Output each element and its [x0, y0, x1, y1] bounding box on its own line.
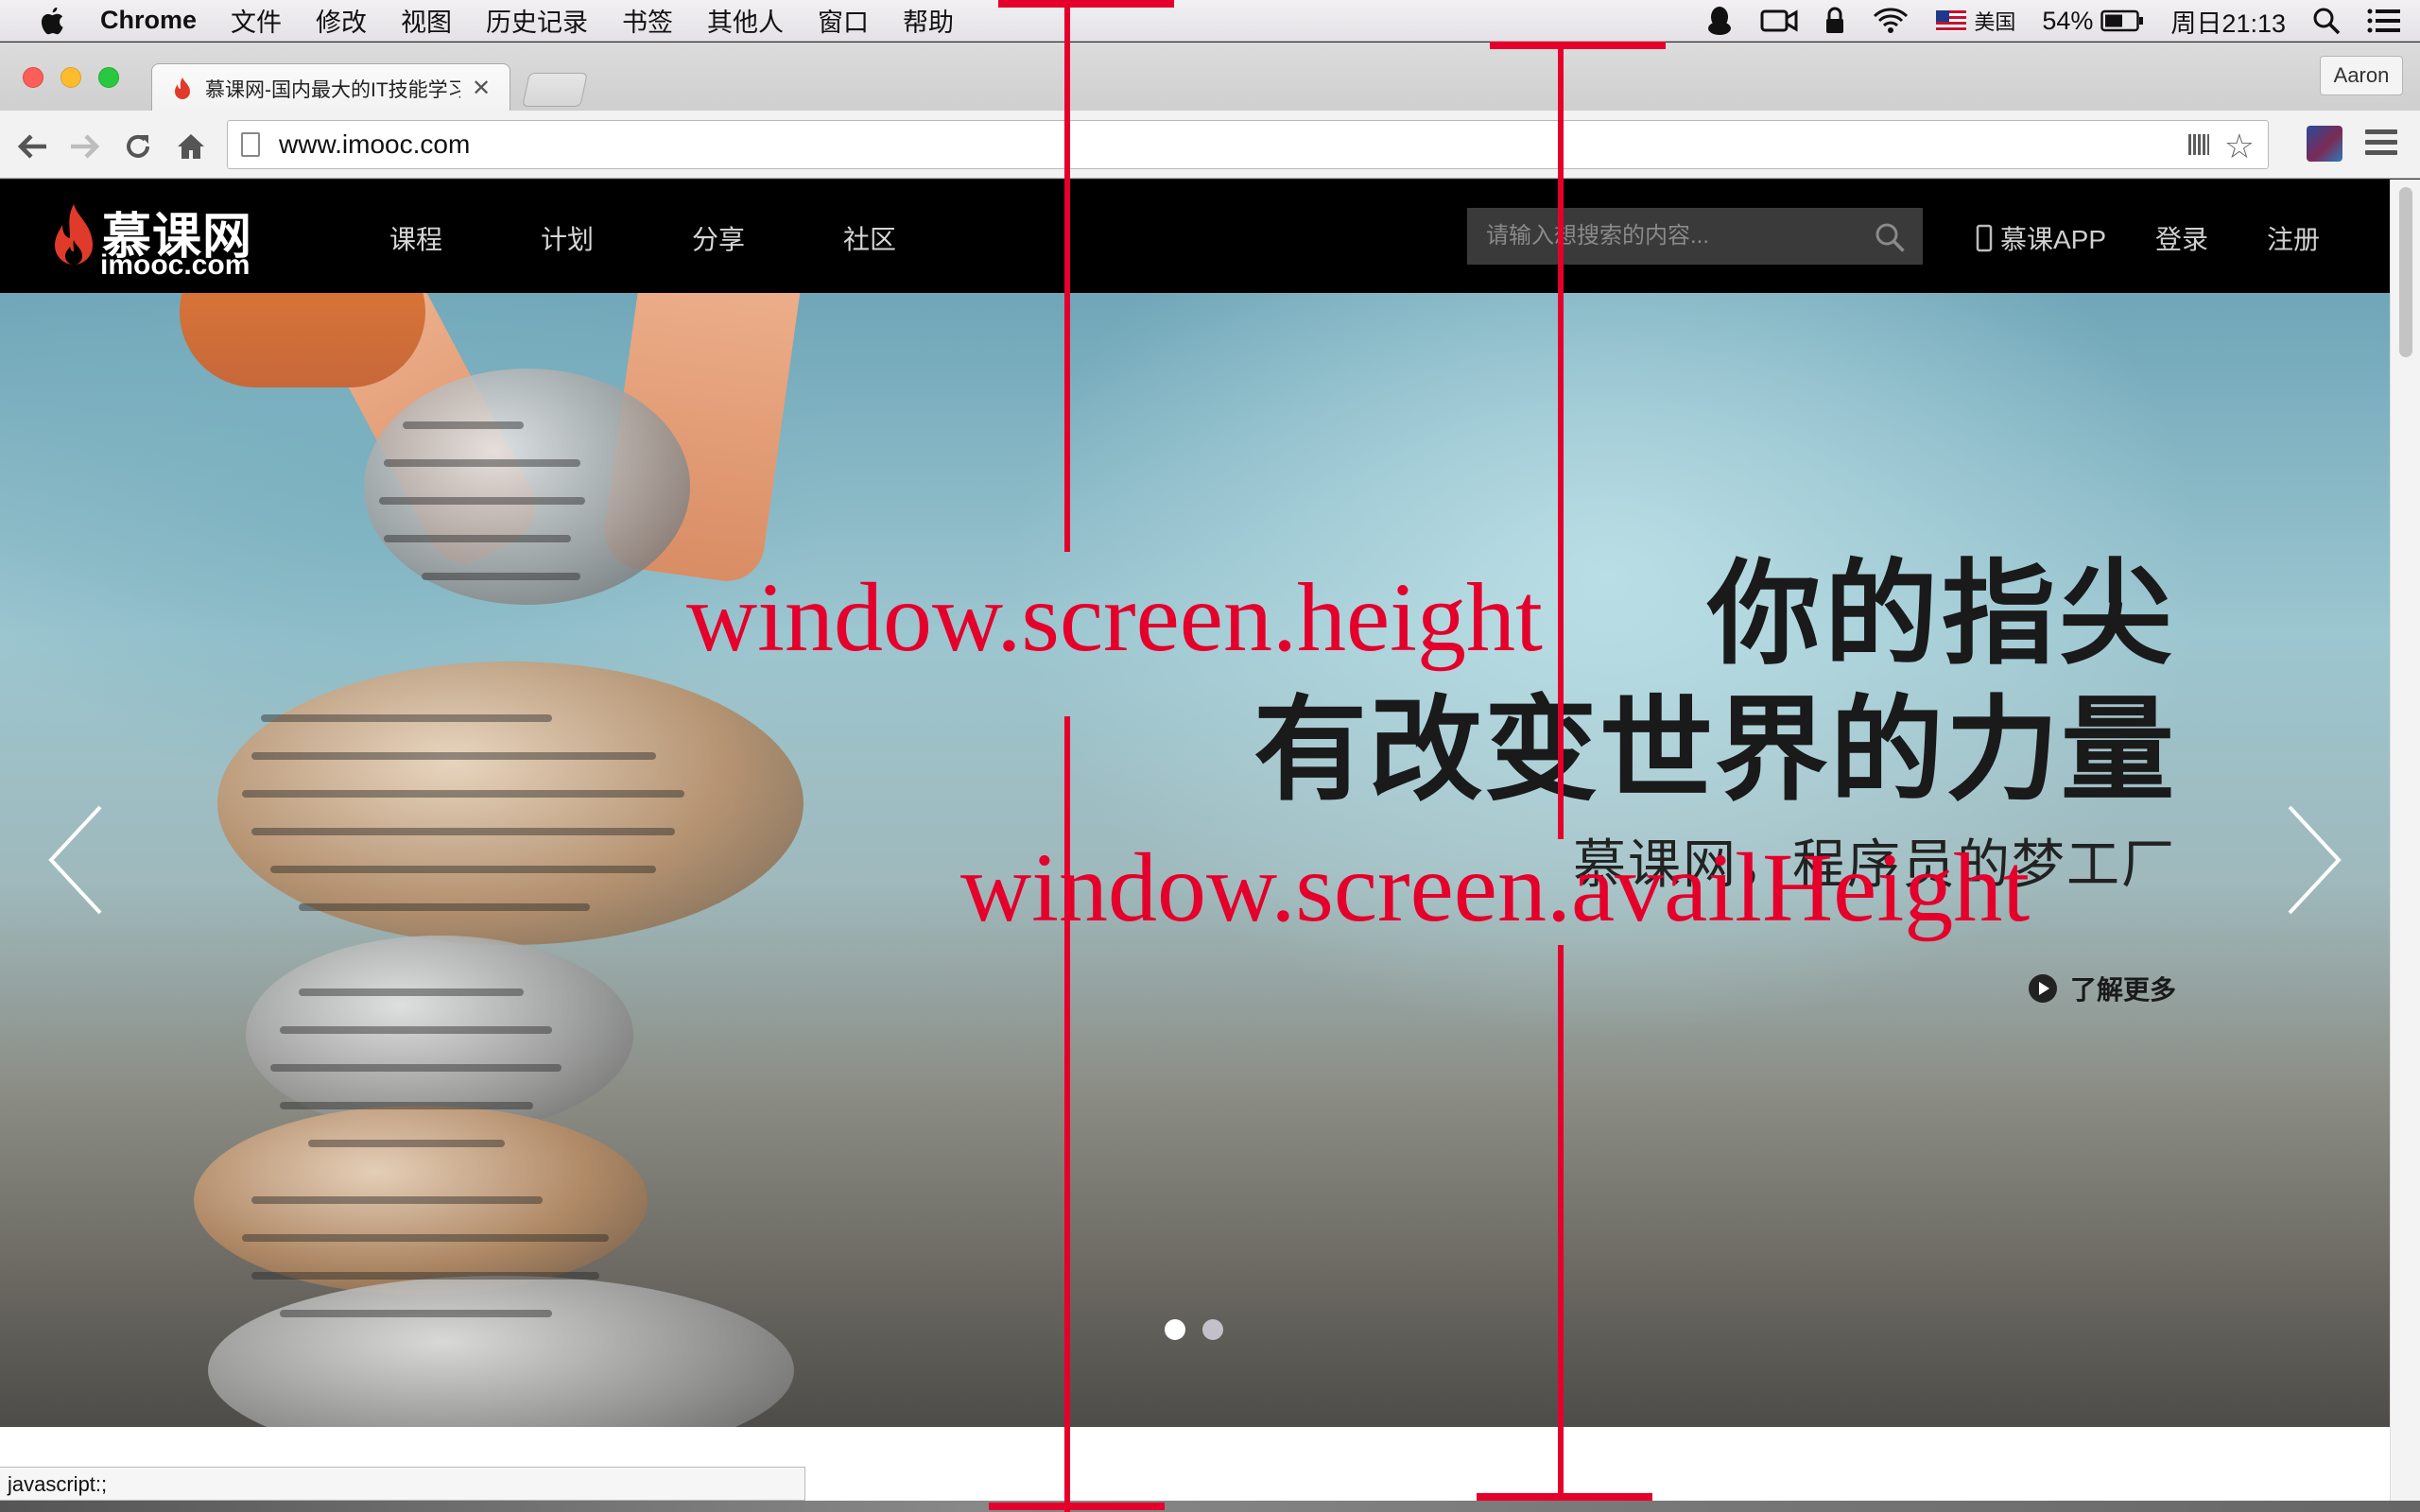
address-bar-url[interactable]: www.imooc.com — [279, 129, 470, 160]
tab-close-icon[interactable]: ✕ — [472, 75, 491, 102]
login-link[interactable]: 登录 — [2155, 219, 2208, 257]
flame-logo-icon — [55, 204, 93, 265]
search-icon[interactable] — [1874, 221, 1906, 253]
extension-icon[interactable] — [2307, 126, 2342, 162]
qr-code-icon[interactable] — [2188, 134, 2209, 155]
app-link-label: 慕课APP — [2000, 225, 2107, 254]
register-link[interactable]: 注册 — [2267, 219, 2320, 257]
menu-bookmarks[interactable]: 书签 — [622, 2, 673, 39]
video-camera-icon[interactable] — [1760, 8, 1798, 34]
apple-menu-icon[interactable] — [25, 0, 78, 42]
spotlight-search-icon[interactable] — [2312, 7, 2341, 35]
reload-icon — [127, 134, 149, 158]
phone-icon — [1976, 224, 1993, 252]
page-icon — [241, 132, 260, 157]
menu-view[interactable]: 视图 — [401, 2, 452, 39]
reload-button[interactable] — [119, 128, 157, 165]
window-minimize-button[interactable] — [60, 67, 81, 88]
battery-percent: 54% — [2042, 6, 2094, 35]
annotation-bracket-bottom — [989, 1503, 1165, 1510]
annotation-line — [1064, 0, 1070, 552]
menu-window[interactable]: 窗口 — [818, 2, 869, 39]
logo-text-en: imooc.com — [100, 249, 251, 281]
site-logo[interactable]: 慕课网 imooc.com — [53, 197, 270, 281]
chrome-menu-icon[interactable] — [2365, 129, 2397, 160]
carousel-dot-active[interactable] — [1165, 1319, 1185, 1340]
play-circle-icon — [2028, 974, 2057, 1003]
notification-center-icon[interactable] — [2367, 8, 2401, 34]
battery-status[interactable]: 54% — [2042, 7, 2144, 36]
site-header: 慕课网 imooc.com 课程 计划 分享 社区 慕课APP 登录 注册 — [0, 180, 2390, 293]
imooc-favicon-icon — [175, 77, 190, 99]
forward-arrow-icon — [71, 134, 100, 159]
nav-plans[interactable]: 计划 — [541, 219, 594, 257]
menu-edit[interactable]: 修改 — [316, 2, 367, 39]
macos-menu-bar: Chrome 文件 修改 视图 历史记录 书签 其他人 窗口 帮助 美国 54%… — [0, 0, 2420, 42]
page-scrollbar[interactable] — [2390, 180, 2420, 1512]
back-button[interactable] — [13, 128, 51, 165]
status-url-bubble: javascript:; — [0, 1467, 805, 1501]
forward-button[interactable] — [66, 128, 104, 165]
menubar-clock[interactable]: 周日21:13 — [2170, 3, 2286, 40]
nav-share[interactable]: 分享 — [692, 219, 745, 257]
annotation-bracket-top — [998, 0, 1174, 8]
carousel-dot[interactable] — [1202, 1319, 1223, 1340]
learn-more-link[interactable]: 了解更多 — [2028, 970, 2176, 1007]
input-source-label: 美国 — [1974, 10, 2016, 34]
qq-penguin-icon[interactable] — [1705, 6, 1734, 36]
menu-help[interactable]: 帮助 — [903, 2, 954, 39]
window-close-button[interactable] — [23, 67, 43, 88]
site-search-input[interactable] — [1486, 223, 1864, 249]
new-tab-button[interactable] — [522, 73, 588, 107]
home-button[interactable] — [172, 128, 210, 165]
profile-button[interactable]: Aaron — [2320, 56, 2403, 95]
code-texture-illustration — [242, 421, 684, 1317]
home-icon — [178, 134, 204, 159]
site-search-box — [1467, 208, 1923, 265]
scrollbar-thumb[interactable] — [2399, 187, 2412, 357]
browser-tab-active[interactable]: 慕课网-国内最大的IT技能学习平台 ✕ — [151, 63, 510, 112]
menu-app-name[interactable]: Chrome — [100, 6, 197, 35]
annotation-bracket-bottom — [1477, 1493, 1652, 1501]
back-arrow-icon — [17, 134, 46, 159]
app-download-link[interactable]: 慕课APP — [1976, 219, 2106, 257]
annotation-line — [1558, 945, 1564, 1499]
carousel-prev-arrow-icon[interactable] — [47, 803, 104, 917]
battery-icon — [2100, 9, 2144, 32]
learn-more-label: 了解更多 — [2069, 975, 2176, 1005]
annotation-line — [1558, 42, 1564, 839]
annotation-bracket-top — [1490, 42, 1666, 49]
tab-title: 慕课网-国内最大的IT技能学习平台 — [205, 78, 460, 101]
menu-people[interactable]: 其他人 — [707, 2, 784, 39]
annotation-screen-avail-height: window.screen.availHeight — [960, 833, 2031, 942]
wifi-icon[interactable] — [1872, 7, 1910, 35]
nav-community[interactable]: 社区 — [843, 219, 896, 257]
lock-icon[interactable] — [1824, 7, 1845, 35]
carousel-next-arrow-icon[interactable] — [2286, 803, 2342, 917]
bookmark-star-icon[interactable]: ☆ — [2224, 127, 2255, 166]
us-flag-icon[interactable]: 美国 — [1936, 6, 2015, 36]
desktop-wallpaper-strip — [0, 1501, 2420, 1512]
menu-history[interactable]: 历史记录 — [486, 2, 588, 39]
address-bar[interactable]: www.imooc.com ☆ — [227, 120, 2269, 169]
nav-courses[interactable]: 课程 — [389, 219, 442, 257]
browser-tab-strip: 慕课网-国内最大的IT技能学习平台 ✕ Aaron — [0, 43, 2420, 112]
menu-file[interactable]: 文件 — [231, 2, 282, 39]
window-zoom-button[interactable] — [98, 67, 119, 88]
annotation-screen-height: window.screen.height — [686, 563, 1543, 672]
browser-toolbar: www.imooc.com ☆ — [0, 111, 2420, 179]
banner-headline-2: 有改变世界的力量 — [1253, 687, 2176, 814]
